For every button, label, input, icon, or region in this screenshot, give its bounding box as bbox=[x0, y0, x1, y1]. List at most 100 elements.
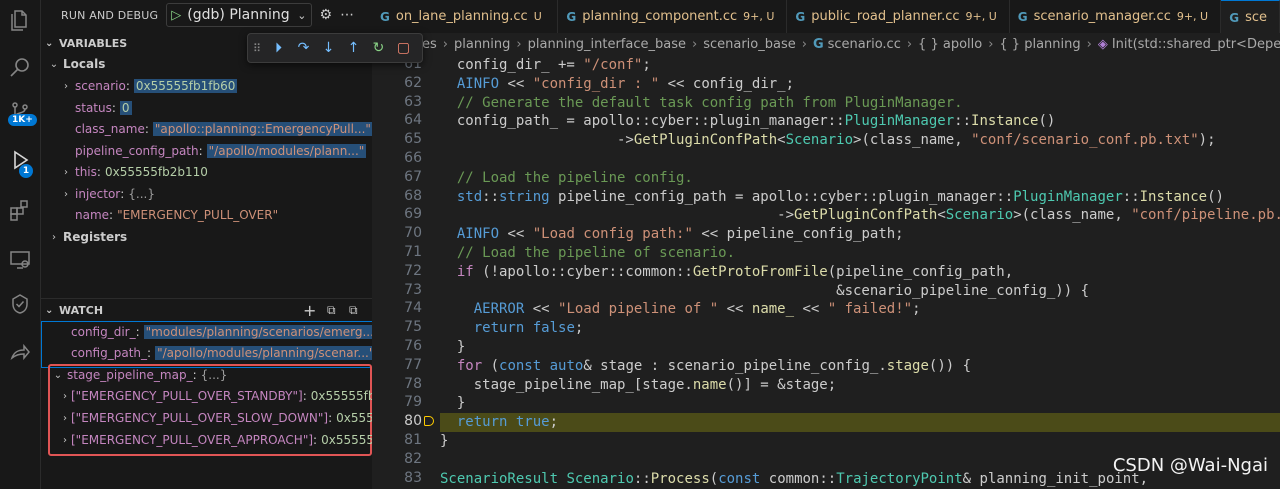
line-number[interactable]: 63 bbox=[372, 94, 422, 110]
code-line[interactable]: std::string pipeline_config_path = apoll… bbox=[440, 188, 1280, 207]
variable-row[interactable]: › scenario: 0x55555fb1fb60 bbox=[41, 75, 392, 97]
line-number[interactable]: 68 bbox=[372, 188, 422, 204]
more-actions-icon[interactable]: ⋯ bbox=[340, 7, 354, 23]
code-line[interactable]: // Load the pipeline of scenario. bbox=[440, 244, 1280, 263]
code-line[interactable]: AERROR << "Load pipeline of " << name_ <… bbox=[440, 300, 1280, 319]
code-line[interactable]: AINFO << "Load config path:" << pipeline… bbox=[440, 225, 1280, 244]
code-line[interactable] bbox=[440, 150, 1280, 169]
chevron-right-icon[interactable]: › bbox=[61, 81, 71, 92]
code-line[interactable]: config_path_ = apollo::cyber::plugin_man… bbox=[440, 112, 1280, 131]
code-line[interactable]: } bbox=[440, 394, 1280, 413]
line-number[interactable]: 69 bbox=[372, 206, 422, 222]
line-number[interactable]: 75 bbox=[372, 319, 422, 335]
line-number[interactable]: 80 bbox=[372, 413, 422, 429]
step-over-icon[interactable]: ↷ bbox=[291, 37, 316, 59]
line-number[interactable]: 83 bbox=[372, 470, 422, 486]
line-number[interactable]: 78 bbox=[372, 376, 422, 392]
extensions-icon[interactable] bbox=[0, 190, 40, 230]
launch-config-select[interactable]: ▷ (gdb) Planning ⌄ bbox=[166, 3, 312, 27]
tab-planning-component[interactable]: G planning_component.cc 9+, U bbox=[558, 0, 788, 33]
run-debug-icon[interactable]: 1 bbox=[0, 140, 40, 180]
step-into-icon[interactable]: ↓ bbox=[316, 37, 341, 59]
watch-row[interactable]: config_path_: "/apollo/modules/planning/… bbox=[41, 342, 402, 364]
code-line[interactable]: config_dir_ += "/conf"; bbox=[440, 56, 1280, 75]
line-number[interactable]: 73 bbox=[372, 282, 422, 298]
variable-row[interactable]: › this: 0x55555fb2b110 bbox=[41, 161, 392, 183]
tab-public-road-planner[interactable]: G public_road_planner.cc 9+, U bbox=[787, 0, 1010, 33]
start-debugging-icon[interactable]: ▷ bbox=[171, 8, 181, 23]
chevron-right-icon[interactable]: › bbox=[63, 413, 67, 424]
search-icon[interactable] bbox=[0, 48, 40, 88]
remote-explorer-icon[interactable] bbox=[0, 240, 40, 280]
drag-handle-icon[interactable]: ⠿ bbox=[248, 42, 266, 55]
line-number[interactable]: 66 bbox=[372, 150, 422, 166]
breadcrumb-item[interactable]: { } apollo bbox=[918, 37, 982, 52]
line-number[interactable]: 65 bbox=[372, 131, 422, 147]
breadcrumb-item[interactable]: planning bbox=[454, 37, 510, 52]
code-line[interactable]: // Load the pipeline config. bbox=[440, 169, 1280, 188]
line-number[interactable]: 79 bbox=[372, 394, 422, 410]
line-number[interactable]: 71 bbox=[372, 244, 422, 260]
line-number-gutter[interactable]: 61 62 63 64 65 66 67 68 69 70 71 72 73 74 75 76 77 78 79 80… bbox=[372, 55, 438, 489]
map-entry-row[interactable]: › ["EMERGENCY_PULL_OVER_STANDBY"]: 0x555… bbox=[41, 385, 394, 407]
code-line[interactable]: } bbox=[440, 338, 1280, 357]
variable-row[interactable]: name: "EMERGENCY_PULL_OVER" bbox=[41, 204, 406, 226]
breadcrumb-item[interactable]: scenario.cc bbox=[828, 37, 901, 52]
code-line[interactable]: stage_pipeline_map_[stage.name()] = &sta… bbox=[440, 376, 1280, 395]
code-line[interactable]: ->GetPluginConfPath<Scenario>(class_name… bbox=[440, 131, 1280, 150]
map-entry-row[interactable]: › ["EMERGENCY_PULL_OVER_SLOW_DOWN"]: 0x5… bbox=[41, 407, 394, 429]
remove-all-icon[interactable]: ⧉ bbox=[349, 303, 358, 318]
tab-on-lane-planning[interactable]: G on_lane_planning.cc U bbox=[372, 0, 559, 33]
line-number[interactable]: 76 bbox=[372, 338, 422, 354]
line-number[interactable]: 64 bbox=[372, 112, 422, 128]
watch-row[interactable]: ⌄ stage_pipeline_map_: {...} bbox=[41, 364, 384, 386]
watch-row[interactable]: config_dir_: "modules/planning/scenarios… bbox=[41, 321, 402, 343]
breadcrumb-item[interactable]: scenario_base bbox=[703, 37, 796, 52]
source-control-icon[interactable]: 1K+ bbox=[0, 92, 40, 132]
variable-row[interactable]: class_name: "apollo::planning::Emergency… bbox=[41, 118, 406, 140]
variable-row[interactable]: status: 0 bbox=[41, 97, 406, 119]
line-number[interactable]: 81 bbox=[372, 432, 422, 448]
chevron-right-icon[interactable]: › bbox=[63, 391, 67, 402]
line-number[interactable]: 72 bbox=[372, 263, 422, 279]
chevron-right-icon[interactable]: › bbox=[61, 167, 71, 178]
line-number[interactable]: 82 bbox=[372, 451, 422, 467]
tab-scenario-cc[interactable]: G sce bbox=[1221, 0, 1280, 33]
variable-row[interactable]: pipeline_config_path: "/apollo/modules/p… bbox=[41, 140, 406, 162]
code-line[interactable]: if (!apollo::cyber::common::GetProtoFrom… bbox=[440, 263, 1280, 282]
map-entry-row[interactable]: › ["EMERGENCY_PULL_OVER_APPROACH"]: 0x55… bbox=[41, 429, 394, 451]
share-icon[interactable] bbox=[0, 332, 40, 372]
chevron-down-icon[interactable]: ⌄ bbox=[297, 9, 306, 22]
continue-icon[interactable]: ⏵ bbox=[266, 37, 291, 59]
tab-scenario-manager[interactable]: G scenario_manager.cc 9+, U bbox=[1010, 0, 1222, 33]
code-line[interactable]: return false; bbox=[440, 319, 1280, 338]
line-number[interactable]: 70 bbox=[372, 225, 422, 241]
line-number[interactable]: 77 bbox=[372, 357, 422, 373]
line-number[interactable]: 62 bbox=[372, 75, 422, 91]
code-line[interactable]: AINFO << "config_dir : " << config_dir_; bbox=[440, 75, 1280, 94]
code-line[interactable]: // Generate the default task config path… bbox=[440, 94, 1280, 113]
breadcrumb-item[interactable]: Init(std::shared_ptr<DependencyInjecto bbox=[1112, 37, 1280, 52]
restart-icon[interactable]: ↻ bbox=[366, 37, 391, 59]
explorer-icon[interactable] bbox=[0, 0, 40, 40]
step-out-icon[interactable]: ↑ bbox=[341, 37, 366, 59]
stop-icon[interactable]: ▢ bbox=[391, 37, 416, 59]
line-number[interactable]: 67 bbox=[372, 169, 422, 185]
code-line[interactable]: ->GetPluginConfPath<Scenario>(class_name… bbox=[440, 206, 1280, 225]
code-line[interactable]: for (const auto& stage : scenario_pipeli… bbox=[440, 357, 1280, 376]
code-editor[interactable]: config_dir_ += "/conf"; AINFO << "config… bbox=[440, 55, 1280, 489]
chevron-down-icon[interactable]: ⌄ bbox=[53, 370, 63, 381]
code-line[interactable]: return true; bbox=[440, 413, 1280, 433]
code-line[interactable]: &scenario_pipeline_config_)) { bbox=[440, 282, 1280, 301]
breadcrumb-item[interactable]: planning_interface_base bbox=[528, 37, 686, 52]
chevron-right-icon[interactable]: › bbox=[63, 435, 67, 446]
line-number[interactable]: 74 bbox=[372, 300, 422, 316]
breadcrumb-item[interactable]: { } planning bbox=[999, 37, 1080, 52]
code-line[interactable]: } bbox=[440, 432, 1280, 451]
testing-icon[interactable] bbox=[0, 284, 40, 324]
gear-icon[interactable]: ⚙ bbox=[320, 7, 333, 23]
chevron-right-icon[interactable]: › bbox=[61, 189, 71, 200]
watch-section-header[interactable]: ⌄ WATCH + ⧉ ⧉ bbox=[41, 299, 372, 321]
breadcrumb-item[interactable]: es bbox=[422, 37, 437, 52]
registers-scope[interactable]: › Registers bbox=[41, 226, 380, 248]
